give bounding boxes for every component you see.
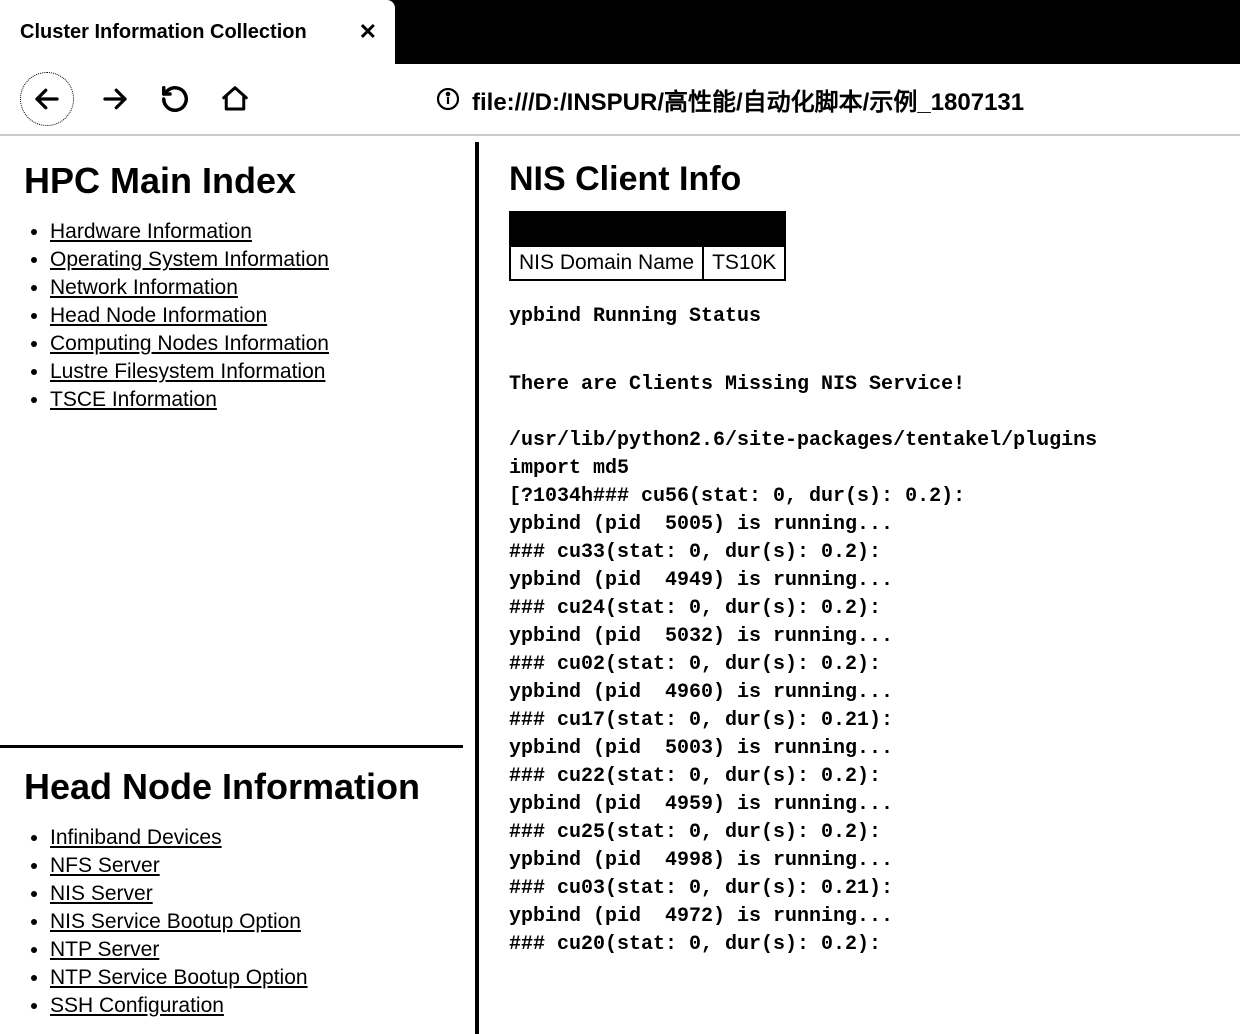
- nis-domain-value: TS10K: [703, 246, 785, 280]
- back-button[interactable]: [20, 72, 74, 126]
- nav-link[interactable]: NFS Server: [50, 854, 160, 877]
- list-item: Hardware Information: [50, 220, 455, 244]
- table-header: [510, 212, 703, 246]
- list-item: Computing Nodes Information: [50, 332, 455, 356]
- reload-icon: [160, 84, 190, 114]
- info-icon: [436, 87, 460, 111]
- nav-link[interactable]: NIS Service Bootup Option: [50, 910, 301, 933]
- close-icon[interactable]: ✕: [359, 19, 377, 45]
- list-item: Network Information: [50, 276, 455, 300]
- sidebar-heading-headnode: Head Node Information: [24, 766, 455, 808]
- list-item: Lustre Filesystem Information: [50, 360, 455, 384]
- address-bar[interactable]: file:///D:/INSPUR/高性能/自动化脚本/示例_1807131: [436, 82, 1024, 117]
- browser-toolbar: file:///D:/INSPUR/高性能/自动化脚本/示例_1807131: [0, 64, 1240, 136]
- warning-line: There are Clients Missing NIS Service!: [509, 371, 1240, 399]
- content-area: HPC Main Index Hardware Information Oper…: [0, 136, 1240, 1034]
- tab-title: Cluster Information Collection: [20, 21, 307, 44]
- main-index-list: Hardware Information Operating System In…: [24, 216, 455, 416]
- nis-domain-label: NIS Domain Name: [510, 246, 703, 280]
- table-header: [703, 212, 785, 246]
- list-item: Head Node Information: [50, 304, 455, 328]
- nav-link[interactable]: Lustre Filesystem Information: [50, 360, 325, 383]
- headnode-list: Infiniband Devices NFS Server NIS Server…: [24, 822, 455, 1022]
- tab-strip: Cluster Information Collection ✕: [0, 0, 1240, 64]
- nav-link[interactable]: Infiniband Devices: [50, 826, 222, 849]
- list-item: TSCE Information: [50, 388, 455, 412]
- nav-link[interactable]: Hardware Information: [50, 220, 252, 243]
- list-item: NIS Server: [50, 882, 455, 906]
- page-title: NIS Client Info: [509, 160, 1240, 199]
- address-url: file:///D:/INSPUR/高性能/自动化脚本/示例_1807131: [472, 82, 1024, 117]
- nav-link[interactable]: Head Node Information: [50, 304, 267, 327]
- list-item: NIS Service Bootup Option: [50, 910, 455, 934]
- browser-tab[interactable]: Cluster Information Collection ✕: [0, 0, 395, 64]
- list-item: SSH Configuration: [50, 994, 455, 1018]
- status-output: /usr/lib/python2.6/site-packages/tentake…: [509, 427, 1240, 959]
- nav-link[interactable]: Computing Nodes Information: [50, 332, 329, 355]
- list-item: Operating System Information: [50, 248, 455, 272]
- nav-link[interactable]: Operating System Information: [50, 248, 329, 271]
- nav-link[interactable]: TSCE Information: [50, 388, 217, 411]
- section-divider: [0, 745, 463, 748]
- nav-link[interactable]: SSH Configuration: [50, 994, 224, 1017]
- status-header: ypbind Running Status: [509, 303, 1240, 331]
- reload-button[interactable]: [156, 80, 194, 118]
- home-button[interactable]: [216, 80, 254, 118]
- list-item: NFS Server: [50, 854, 455, 878]
- home-icon: [220, 84, 250, 114]
- arrow-right-icon: [100, 84, 130, 114]
- nav-link[interactable]: NTP Service Bootup Option: [50, 966, 308, 989]
- sidebar: HPC Main Index Hardware Information Oper…: [0, 136, 475, 1034]
- list-item: NTP Server: [50, 938, 455, 962]
- nav-link[interactable]: NTP Server: [50, 938, 159, 961]
- list-item: Infiniband Devices: [50, 826, 455, 850]
- nis-domain-table: NIS Domain Name TS10K: [509, 211, 786, 281]
- main-pane: NIS Client Info NIS Domain Name TS10K yp…: [479, 136, 1240, 1034]
- nav-link[interactable]: Network Information: [50, 276, 238, 299]
- forward-button[interactable]: [96, 80, 134, 118]
- list-item: NTP Service Bootup Option: [50, 966, 455, 990]
- sidebar-heading-main: HPC Main Index: [24, 160, 455, 202]
- arrow-left-icon: [28, 80, 66, 118]
- nav-link[interactable]: NIS Server: [50, 882, 153, 905]
